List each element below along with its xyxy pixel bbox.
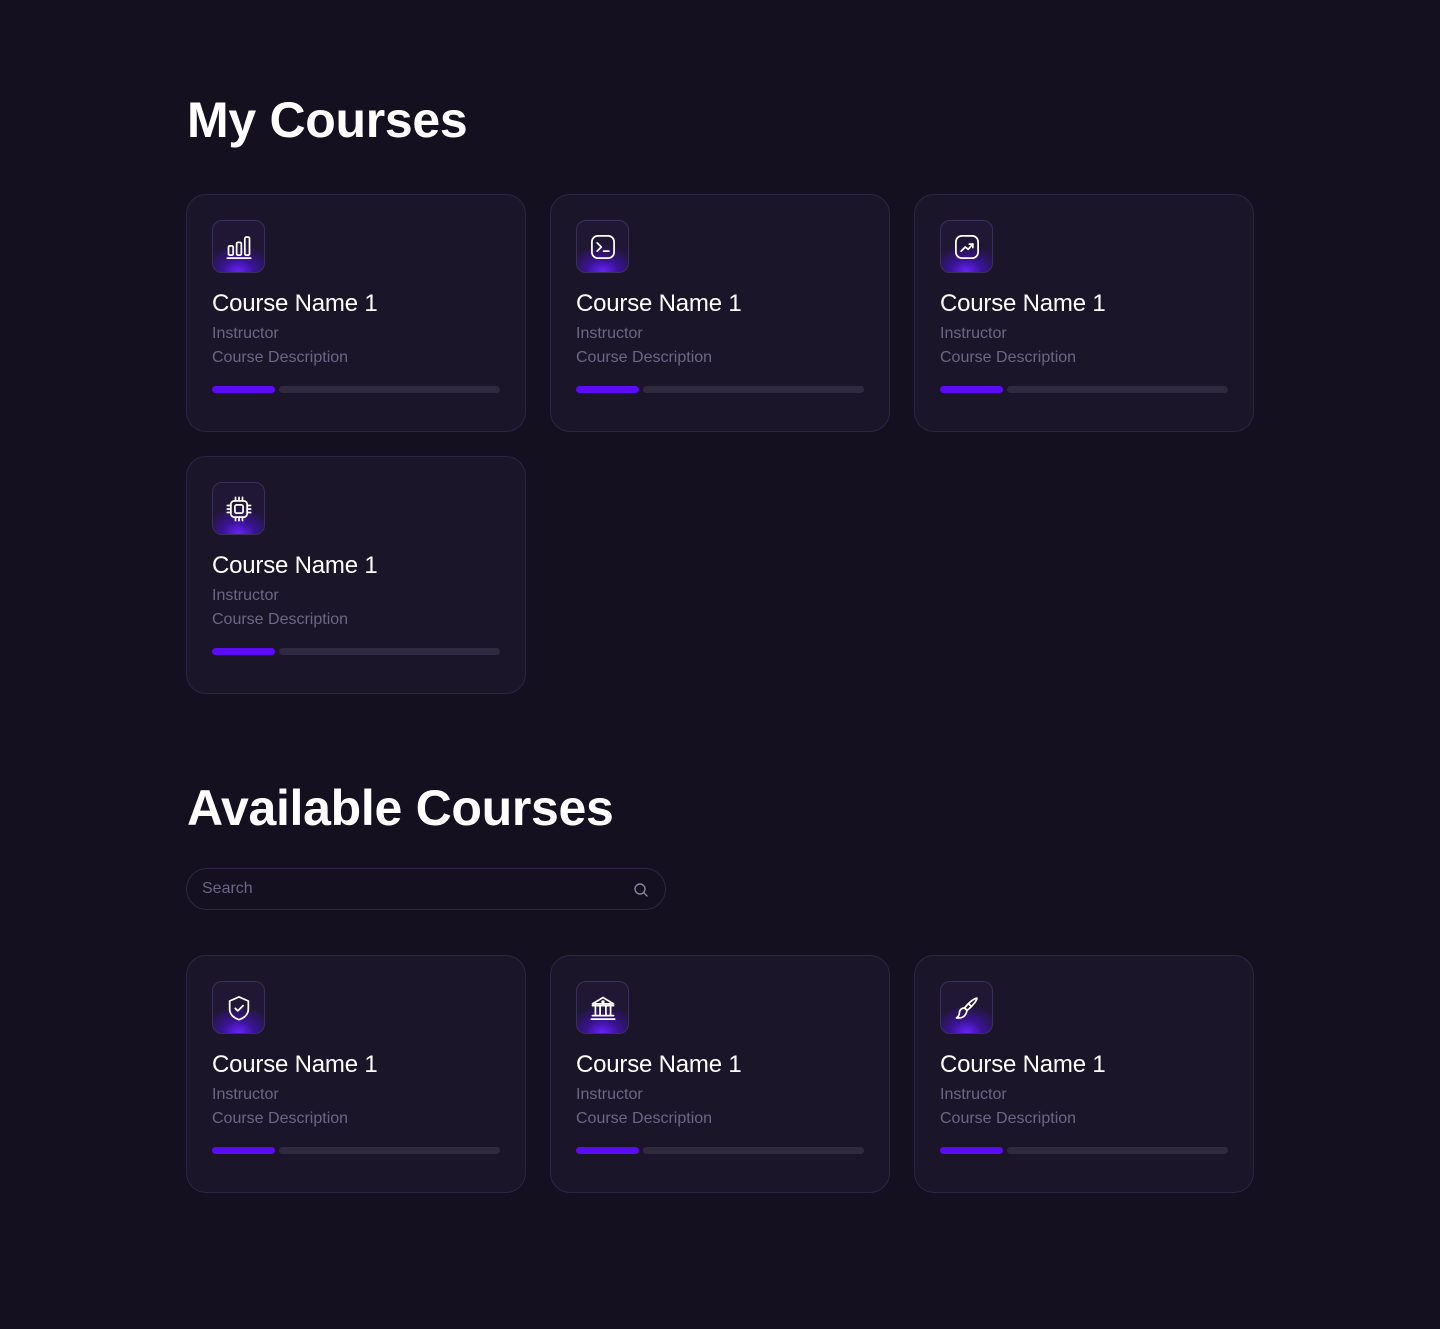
course-card[interactable]: Course Name 1 Instructor Course Descript… — [186, 456, 526, 694]
search-input[interactable] — [202, 869, 622, 909]
course-description: Course Description — [212, 611, 349, 628]
course-name: Course Name 1 — [576, 1051, 742, 1078]
course-name: Course Name 1 — [576, 290, 742, 317]
course-instructor: Instructor — [212, 587, 279, 604]
course-name: Course Name 1 — [212, 290, 378, 317]
progress-fill — [212, 386, 275, 393]
progress-fill — [212, 1147, 275, 1154]
course-name: Course Name 1 — [212, 1051, 378, 1078]
course-card[interactable]: Course Name 1 Instructor Course Descript… — [550, 194, 890, 432]
progress-track — [279, 648, 500, 655]
course-description: Course Description — [576, 1110, 713, 1127]
course-name: Course Name 1 — [940, 1051, 1106, 1078]
progress-track — [643, 386, 864, 393]
course-instructor: Instructor — [576, 1086, 643, 1103]
course-progress-bar — [576, 1147, 864, 1154]
progress-track — [643, 1147, 864, 1154]
course-instructor: Instructor — [576, 325, 643, 342]
my-courses-title: My Courses — [187, 92, 468, 148]
course-instructor: Instructor — [940, 325, 1007, 342]
progress-fill — [576, 386, 639, 393]
progress-track — [279, 386, 500, 393]
bar-chart-icon — [212, 220, 265, 273]
course-progress-bar — [576, 386, 864, 393]
shield-check-icon — [212, 981, 265, 1034]
course-card[interactable]: Course Name 1 Instructor Course Descript… — [914, 194, 1254, 432]
course-description: Course Description — [212, 1110, 349, 1127]
course-description: Course Description — [940, 1110, 1077, 1127]
course-description: Course Description — [940, 349, 1077, 366]
courses-page: My Courses Course Name 1 Instructor Cour… — [0, 0, 1440, 1329]
course-card[interactable]: Course Name 1 Instructor Course Descript… — [914, 955, 1254, 1193]
progress-fill — [940, 386, 1003, 393]
course-progress-bar — [212, 1147, 500, 1154]
progress-track — [1007, 386, 1228, 393]
progress-fill — [576, 1147, 639, 1154]
progress-track — [279, 1147, 500, 1154]
progress-track — [1007, 1147, 1228, 1154]
cpu-chip-icon — [212, 482, 265, 535]
progress-fill — [940, 1147, 1003, 1154]
course-name: Course Name 1 — [940, 290, 1106, 317]
course-instructor: Instructor — [212, 1086, 279, 1103]
course-progress-bar — [212, 386, 500, 393]
trending-chart-icon — [940, 220, 993, 273]
search-bar — [186, 868, 666, 910]
course-progress-bar — [940, 386, 1228, 393]
available-courses-title: Available Courses — [187, 780, 614, 836]
course-card[interactable]: Course Name 1 Instructor Course Descript… — [186, 955, 526, 1193]
course-instructor: Instructor — [212, 325, 279, 342]
course-card[interactable]: Course Name 1 Instructor Course Descript… — [186, 194, 526, 432]
course-progress-bar — [212, 648, 500, 655]
progress-fill — [212, 648, 275, 655]
course-description: Course Description — [576, 349, 713, 366]
bank-building-icon — [576, 981, 629, 1034]
terminal-icon — [576, 220, 629, 273]
course-description: Course Description — [212, 349, 349, 366]
search-icon[interactable] — [633, 882, 649, 898]
course-name: Course Name 1 — [212, 552, 378, 579]
course-instructor: Instructor — [940, 1086, 1007, 1103]
paint-brush-icon — [940, 981, 993, 1034]
course-card[interactable]: Course Name 1 Instructor Course Descript… — [550, 955, 890, 1193]
course-progress-bar — [940, 1147, 1228, 1154]
